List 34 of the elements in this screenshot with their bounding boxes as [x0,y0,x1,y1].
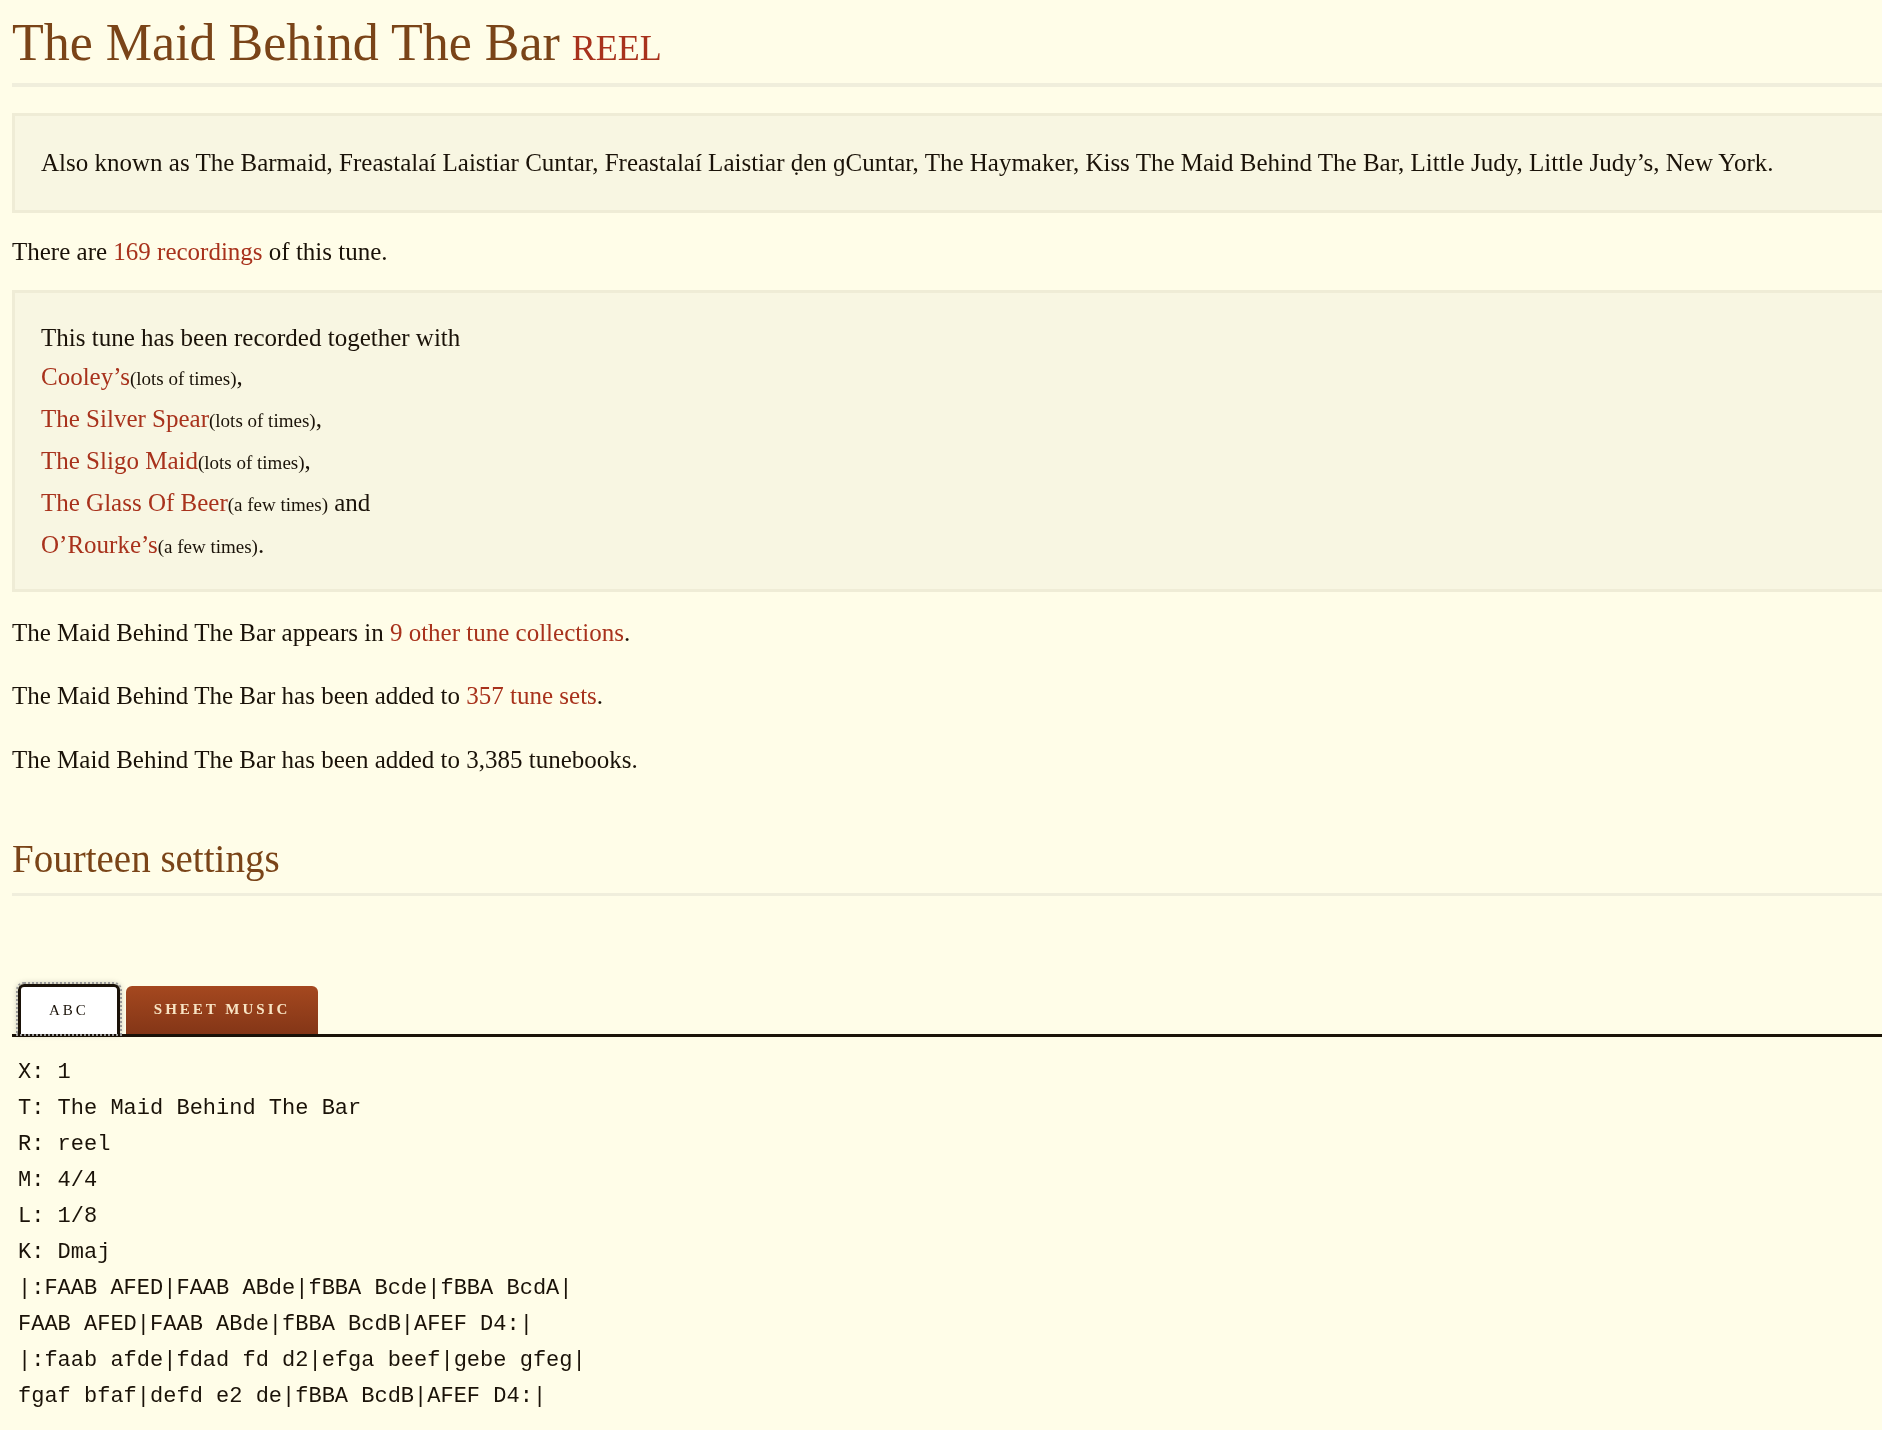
abc-line: FAAB AFED|FAAB ABde|fBBA BcdB|AFEF D4:| [18,1310,533,1339]
tune-entry: The Sligo Maid(lots of times), [41,445,312,476]
link[interactable]: 169 recordings [113,237,263,265]
abc-line: R: reel [18,1130,111,1159]
also-known-as-text: Also known as The Barmaid, Freastalaí Laistiar Cuntar, Freastalaí Laistiar ḍen ɡCuntar, The Haymaker, Kiss The Maid Behind The Bar, Little Judy, Little Judy’s, New York. [41,148,1775,178]
section-heading: Fourteen settings [12,836,281,883]
link[interactable]: 9 other tune collections [389,618,624,646]
abc-line: T: The Maid Behind The Bar [18,1094,362,1123]
page-title: The Maid Behind The Bar [12,14,560,72]
sentence: The Maid Behind The Bar has been added to 3,385 tunebooks. [12,744,639,775]
abc-line: fgaf bfaf|defd e2 de|fBBA BcdB|AFEF D4:| [18,1382,547,1411]
intro-text: This tune has been recorded together with [41,323,462,353]
sentence: The Maid Behind The Bar has been added to 357 tune sets. [12,681,605,711]
tab[interactable]: ABC [18,983,120,1034]
link[interactable]: 357 tune sets [466,682,597,709]
abc-line: |:faab afde|fdad fd d2|efga beef|gebe gfeg| [18,1346,586,1375]
abc-line: |:FAAB AFED|FAAB ABde|fBBA Bcde|fBBA BcdA| [18,1274,573,1303]
tune-link[interactable]: O’Rourke’s [41,530,158,558]
abc-line: M: 4/4 [18,1166,98,1195]
tune-entry: The Silver Spear(lots of times), [41,403,323,434]
tab[interactable]: SHEET MUSIC [125,985,319,1034]
abc-line: X: 1 [18,1058,71,1087]
tune-entry: The Glass Of Beer(a few times) and [41,487,372,518]
tune-link[interactable]: Cooley’s [41,362,130,390]
abc-line: L: 1/8 [18,1202,98,1231]
sentence: The Maid Behind The Bar appears in 9 other tune collections. [12,617,632,648]
tune-link[interactable]: The Silver Spear [41,404,209,432]
tune-link[interactable]: The Sligo Maid [41,446,198,474]
tune-entry: O’Rourke’s(a few times). [41,529,266,560]
tune-entry: Cooley’s(lots of times), [41,361,244,392]
tune-type-label: REEL [571,27,662,70]
tune-link[interactable]: The Glass Of Beer [41,488,228,516]
abc-line: K: Dmaj [18,1238,111,1267]
sentence: There are 169 recordings of this tune. [12,236,389,267]
